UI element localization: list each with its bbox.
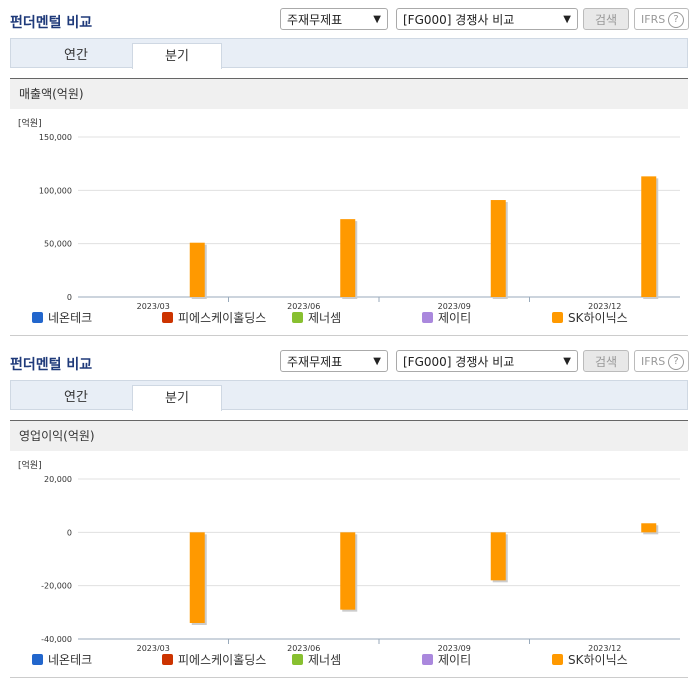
statement-select[interactable]: 주재무제표 ▼ — [280, 350, 388, 372]
chart-container: 영업이익(억원) [억원] -40,000 -20,000 0 20,000 2023/0… — [10, 420, 688, 681]
legend-swatch — [552, 654, 563, 665]
ifrs-label: IFRS — [641, 355, 666, 368]
bar — [189, 242, 205, 297]
tab-quarterly[interactable]: 분기 — [132, 385, 222, 411]
chart-container: 매출액(억원) [억원] 0 50,000 100,000 150,000 2023/03… — [10, 78, 688, 339]
y-tick-label: 150,000 — [39, 133, 72, 142]
legend-item[interactable]: 제이티 — [422, 310, 471, 326]
operating-profit-bar-chart: [억원] -40,000 -20,000 0 20,000 2023/03 2023/06 2… — [18, 459, 680, 651]
peer-group-select[interactable]: [FG000] 경쟁사 비교 ▼ — [396, 8, 578, 30]
peer-group-select-value: [FG000] 경쟁사 비교 — [403, 13, 515, 27]
bar — [490, 200, 506, 297]
help-icon[interactable]: ? — [668, 12, 684, 28]
y-tick-label: -40,000 — [41, 635, 72, 644]
bar — [189, 532, 205, 623]
y-unit-label: [억원] — [18, 117, 42, 129]
legend-item[interactable]: 피에스케이홀딩스 — [162, 310, 266, 326]
bar — [641, 523, 657, 533]
y-tick-label: 0 — [67, 528, 72, 537]
legend-swatch — [422, 312, 433, 323]
y-tick-label: 50,000 — [44, 240, 72, 249]
panel-title: 펀더멘털 비교 — [10, 357, 93, 373]
legend-swatch — [162, 312, 173, 323]
legend-item[interactable]: 네온테크 — [32, 652, 92, 668]
legend-label: SK하이닉스 — [568, 653, 628, 667]
legend-label: 제이티 — [438, 311, 472, 325]
y-unit-label: [억원] — [18, 459, 42, 471]
legend-label: 제너셈 — [308, 311, 342, 325]
bar — [490, 532, 506, 581]
legend-swatch — [32, 654, 43, 665]
divider — [10, 677, 688, 678]
legend-item[interactable]: 제이티 — [422, 652, 471, 668]
legend-label: 네온테크 — [48, 311, 93, 325]
chevron-down-icon: ▼ — [373, 14, 381, 25]
chart-legend: 네온테크 피에스케이홀딩스 제너셈 제이티 SK하이닉스 — [10, 652, 688, 672]
divider — [10, 335, 688, 336]
legend-swatch — [32, 312, 43, 323]
legend-swatch — [292, 312, 303, 323]
legend-label: 제이티 — [438, 653, 472, 667]
chart-title: 영업이익(억원) — [10, 421, 688, 451]
tab-annual[interactable]: 연간 — [31, 43, 121, 69]
period-tabs: 연간 분기 — [10, 380, 688, 411]
legend-label: 네온테크 — [48, 653, 93, 667]
bar — [641, 176, 657, 297]
ifrs-button[interactable]: IFRS? — [634, 350, 689, 372]
statement-select[interactable]: 주재무제표 ▼ — [280, 8, 388, 30]
chevron-down-icon: ▼ — [373, 356, 381, 367]
x-tick-label: 2023/12 — [588, 302, 621, 309]
legend-label: SK하이닉스 — [568, 311, 628, 325]
x-tick-label: 2023/06 — [287, 644, 320, 651]
x-tick-label: 2023/09 — [438, 302, 471, 309]
statement-select-value: 주재무제표 — [287, 13, 343, 27]
bar — [340, 219, 356, 297]
x-tick-label: 2023/03 — [137, 302, 170, 309]
search-button[interactable]: 검색 — [583, 8, 629, 30]
legend-item[interactable]: 제너셈 — [292, 310, 341, 326]
legend-label: 피에스케이홀딩스 — [178, 311, 267, 325]
legend-item[interactable]: 제너셈 — [292, 652, 341, 668]
x-tick-label: 2023/06 — [287, 302, 320, 309]
period-tabs: 연간 분기 — [10, 38, 688, 69]
fundamental-panel-operating-profit: 펀더멘털 비교 주재무제표 ▼ [FG000] 경쟁사 비교 ▼ 검색 IFRS? … — [0, 342, 696, 684]
chart-legend: 네온테크 피에스케이홀딩스 제너셈 제이티 SK하이닉스 — [10, 310, 688, 330]
legend-swatch — [422, 654, 433, 665]
x-tick-label: 2023/03 — [137, 644, 170, 651]
legend-swatch — [162, 654, 173, 665]
help-icon[interactable]: ? — [668, 354, 684, 370]
statement-select-value: 주재무제표 — [287, 355, 343, 369]
tab-annual[interactable]: 연간 — [31, 385, 121, 411]
panel-title: 펀더멘털 비교 — [10, 15, 93, 31]
tab-quarterly[interactable]: 분기 — [132, 43, 222, 69]
legend-label: 피에스케이홀딩스 — [178, 653, 267, 667]
y-tick-label: 100,000 — [39, 186, 72, 195]
chevron-down-icon: ▼ — [563, 356, 571, 367]
y-tick-label: 0 — [67, 293, 72, 302]
legend-item[interactable]: 네온테크 — [32, 310, 92, 326]
chevron-down-icon: ▼ — [563, 14, 571, 25]
legend-swatch — [292, 654, 303, 665]
ifrs-label: IFRS — [641, 13, 666, 26]
bar — [340, 532, 356, 610]
legend-item[interactable]: SK하이닉스 — [552, 652, 628, 668]
legend-item[interactable]: 피에스케이홀딩스 — [162, 652, 266, 668]
search-button[interactable]: 검색 — [583, 350, 629, 372]
ifrs-button[interactable]: IFRS? — [634, 8, 689, 30]
legend-label: 제너셈 — [308, 653, 342, 667]
peer-group-select[interactable]: [FG000] 경쟁사 비교 ▼ — [396, 350, 578, 372]
legend-item[interactable]: SK하이닉스 — [552, 310, 628, 326]
chart-title: 매출액(억원) — [10, 79, 688, 109]
x-tick-label: 2023/12 — [588, 644, 621, 651]
legend-swatch — [552, 312, 563, 323]
y-tick-label: -20,000 — [41, 582, 72, 591]
peer-group-select-value: [FG000] 경쟁사 비교 — [403, 355, 515, 369]
y-tick-label: 20,000 — [44, 475, 72, 484]
revenue-bar-chart: [억원] 0 50,000 100,000 150,000 2023/03 2023/06 2… — [18, 117, 680, 309]
x-tick-label: 2023/09 — [438, 644, 471, 651]
fundamental-panel-revenue: 펀더멘털 비교 주재무제표 ▼ [FG000] 경쟁사 비교 ▼ 검색 IFRS? … — [0, 0, 696, 342]
